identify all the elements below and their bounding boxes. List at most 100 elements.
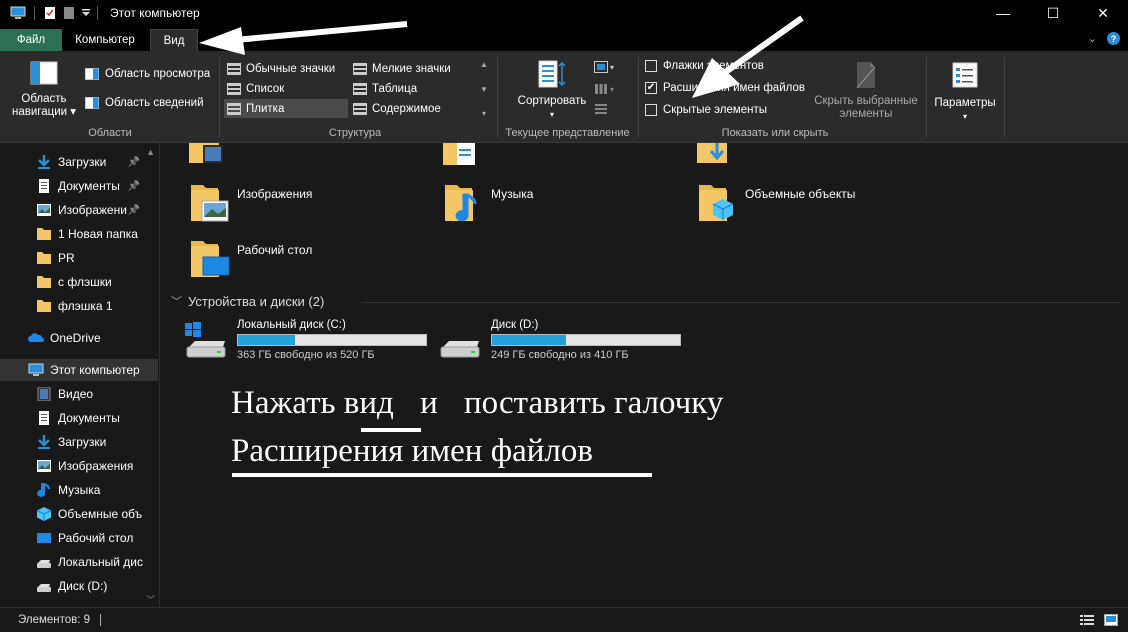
hidden-items-checkbox[interactable] (645, 104, 657, 116)
layout-small-icons[interactable]: Мелкие значки (350, 59, 474, 78)
title-bar: Этот компьютер — ☐ ✕ (0, 0, 1128, 26)
options-label: Параметры (934, 97, 996, 109)
music-folder-icon (445, 185, 477, 222)
sidebar-item-this-pc[interactable]: Этот компьютер (0, 359, 158, 381)
navigation-pane-button[interactable]: Область навигации ▾ (10, 61, 78, 119)
layout-content[interactable]: Содержимое (350, 99, 474, 118)
computer-icon (28, 363, 44, 377)
sidebar-item-this-pc-child[interactable]: Видео (0, 383, 158, 405)
sidebar-item-this-pc-child[interactable]: Изображения (0, 455, 158, 477)
desktop-folder-icon (191, 241, 230, 277)
details-pane-button[interactable]: Область сведений (85, 97, 204, 109)
sidebar-item-quick-access[interactable]: с флэшки (0, 271, 158, 293)
folder-3d-objects[interactable]: Объемные объекты (697, 181, 855, 225)
new-folder-icon[interactable] (63, 6, 75, 20)
item-checkboxes-toggle[interactable]: Флажки элементов (645, 60, 764, 72)
sidebar-item-this-pc-child[interactable]: Рабочий стол (0, 527, 158, 549)
help-icon[interactable]: ? (1107, 32, 1120, 45)
file-extensions-checkbox[interactable]: ✔ (645, 82, 657, 94)
layout-gallery-scroll[interactable]: ▲ ▼ ▾ (478, 60, 490, 118)
windows-drive-icon (185, 322, 226, 358)
chevron-down-icon[interactable]: ⌄ (1088, 32, 1097, 45)
sort-button[interactable]: Сортировать ▾ (512, 59, 592, 121)
window-title: Этот компьютер (110, 6, 200, 20)
group-by-button[interactable]: ▾ (594, 61, 614, 73)
sort-label: Сортировать (517, 95, 587, 107)
drive-d[interactable]: Диск (D:) 249 ГБ свободно из 410 ГБ (437, 319, 681, 363)
drive-usage-fill (492, 335, 566, 345)
sidebar-item-this-pc-child[interactable]: Диск (D:) (0, 575, 158, 597)
chevron-up-icon[interactable]: ▲ (480, 60, 488, 69)
preview-pane-button[interactable]: Область просмотра (85, 68, 210, 80)
chevron-down-icon[interactable]: ▼ (480, 85, 488, 94)
add-columns-button[interactable]: ▾ (594, 83, 614, 95)
sort-icon (538, 60, 566, 88)
options-button[interactable]: Параметры ▾ (930, 61, 1000, 123)
sidebar-item-quick-access[interactable]: Загрузки 📌 (0, 151, 158, 173)
sidebar-item-this-pc-child[interactable]: Объемные объ (0, 503, 158, 525)
sidebar-item-this-pc-child[interactable]: Документы (0, 407, 158, 429)
minimize-button[interactable]: — (978, 0, 1028, 26)
image-icon (36, 203, 52, 217)
hide-selected-button[interactable]: Скрыть выбранные элементы (812, 61, 920, 121)
hidden-items-toggle[interactable]: Скрытые элементы (645, 104, 767, 116)
folder-pictures[interactable]: Изображения (189, 181, 312, 225)
sidebar-item-quick-access[interactable]: PR (0, 247, 158, 269)
chevron-down-icon[interactable]: ﹀ (171, 293, 182, 309)
layout-list[interactable]: Список (224, 79, 348, 98)
folder-label: Музыка (491, 187, 534, 201)
sidebar-item-this-pc-child[interactable]: Загрузки (0, 431, 158, 453)
layout-gallery: Обычные значки Мелкие значки Список Табл… (224, 57, 476, 119)
large-icons-view-icon[interactable] (1104, 614, 1118, 626)
list-icon (227, 82, 241, 95)
sidebar-item-label: Видео (58, 387, 94, 401)
chevron-down-icon: ▾ (610, 84, 615, 94)
tiles-icon (227, 102, 241, 115)
chevron-down-icon: ▾ (549, 110, 554, 119)
add-columns-icon (595, 84, 607, 94)
tab-file[interactable]: Файл (0, 29, 62, 51)
drive-usage-bar (237, 334, 427, 346)
layout-large-icons[interactable]: Обычные значки (224, 59, 348, 78)
ribbon-divider (638, 57, 639, 137)
item-count: Элементов: 9 (18, 614, 91, 626)
group-by-icon (594, 61, 608, 73)
sidebar-item-onedrive[interactable]: OneDrive (0, 327, 158, 349)
sidebar-item-quick-access[interactable]: флэшка 1 (0, 295, 158, 317)
sidebar-item-quick-access[interactable]: 1 Новая папка (0, 223, 158, 245)
sidebar-item-label: Изображения (58, 459, 134, 473)
sidebar-item-quick-access[interactable]: Документы 📌 (0, 175, 158, 197)
chevron-down-icon[interactable] (81, 8, 91, 18)
chevron-down-icon[interactable]: ﹀ (146, 593, 155, 606)
close-button[interactable]: ✕ (1078, 0, 1128, 26)
size-columns-button[interactable] (594, 103, 608, 118)
drive-c[interactable]: Локальный диск (C:) 363 ГБ свободно из 5… (183, 319, 427, 363)
sidebar-item-quick-access[interactable]: Изображени 📌 (0, 199, 158, 221)
folder-icon (36, 299, 52, 313)
layout-details[interactable]: Таблица (350, 79, 474, 98)
tab-computer[interactable]: Компьютер (62, 29, 148, 51)
sidebar-item-this-pc-child[interactable]: Музыка (0, 479, 158, 501)
item-checkboxes-checkbox[interactable] (645, 60, 657, 72)
status-divider (100, 614, 102, 626)
sidebar-item-label: PR (58, 251, 75, 265)
properties-icon[interactable] (43, 6, 57, 20)
navigation-pane: ▲ Загрузки 📌 Документы 📌 Изображени 📌 1 Новая п… (0, 143, 160, 607)
folder-desktop[interactable]: Рабочий стол (189, 237, 312, 281)
details-pane-label: Область сведений (105, 97, 204, 109)
layout-item-label: Мелкие значки (372, 62, 451, 75)
maximize-button[interactable]: ☐ (1028, 0, 1078, 26)
drive-name: Диск (D:) (491, 319, 539, 331)
sidebar-item-this-pc-child[interactable]: Локальный дис (0, 551, 158, 573)
preview-pane-icon (85, 68, 99, 80)
sidebar-item-label: Этот компьютер (50, 363, 140, 377)
layout-tiles[interactable]: Плитка (224, 99, 348, 118)
document-icon (36, 411, 52, 425)
expand-gallery-icon[interactable]: ▾ (482, 109, 486, 118)
drive-usage-fill (238, 335, 295, 345)
tab-view[interactable]: Вид (150, 29, 198, 51)
devices-section-header[interactable]: ﹀ Устройства и диски (2) (171, 293, 324, 309)
file-extensions-toggle[interactable]: ✔ Расширения имен файлов (645, 82, 805, 94)
folder-music[interactable]: Музыка (443, 181, 533, 225)
details-view-icon[interactable] (1080, 614, 1094, 626)
